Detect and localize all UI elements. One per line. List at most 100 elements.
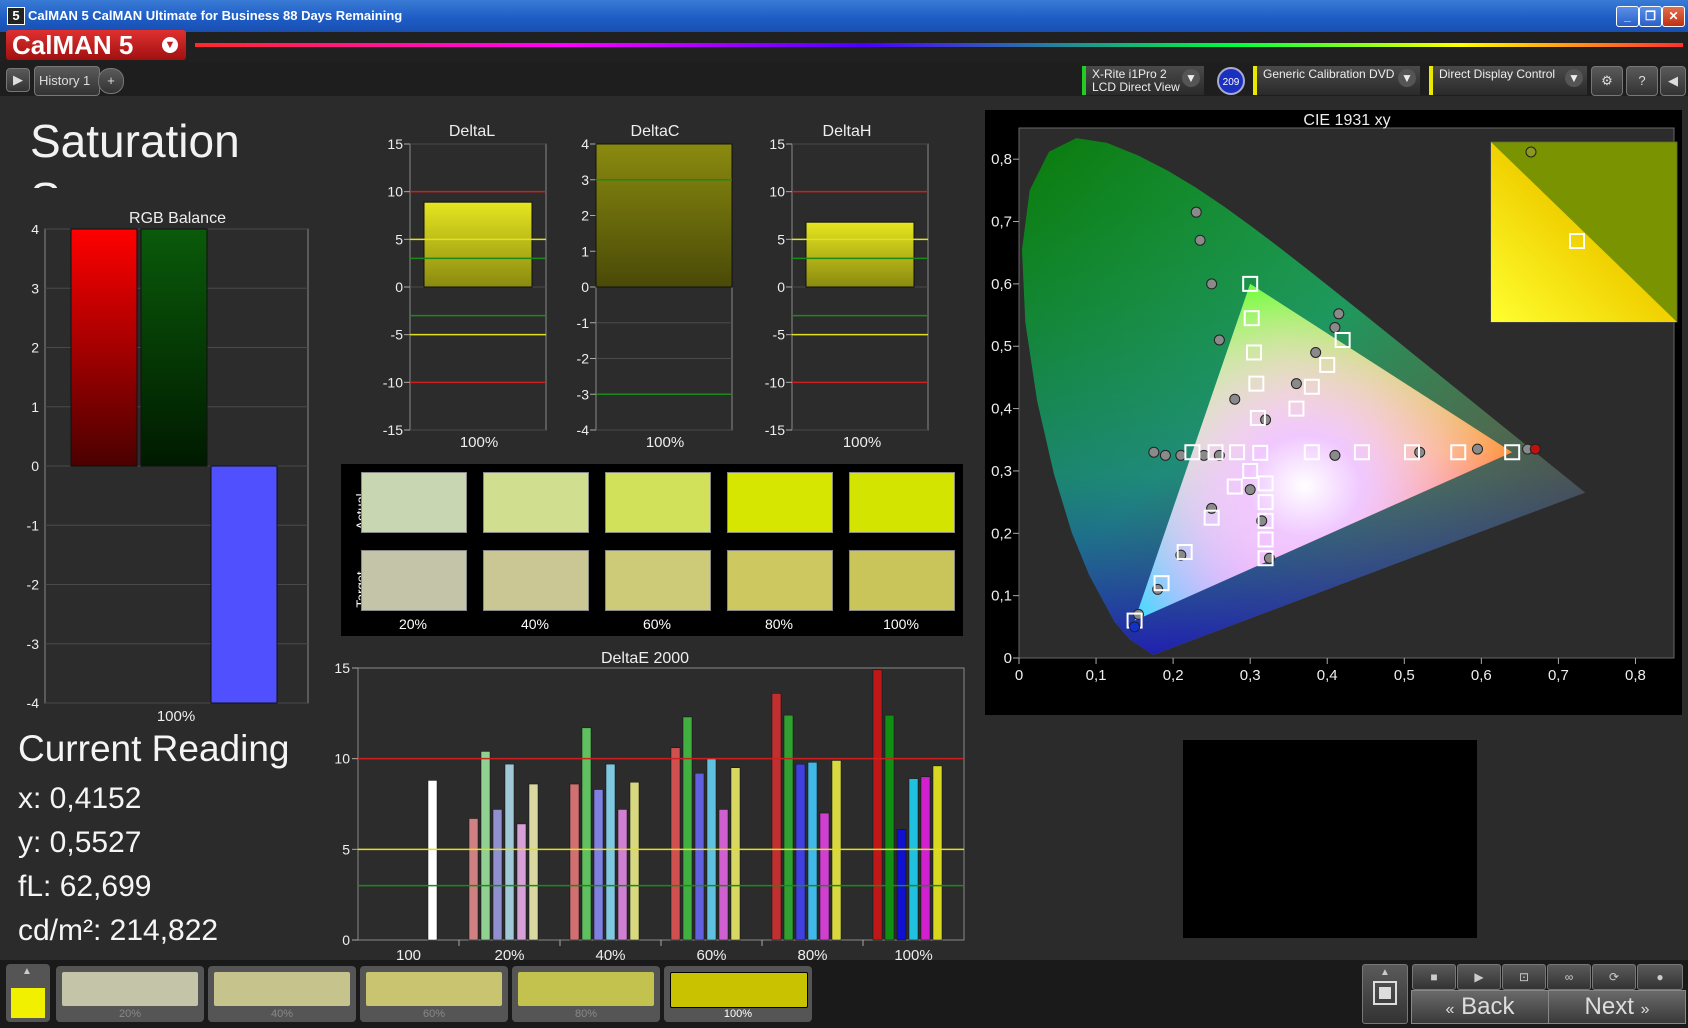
delta-y-tick: -10 (383, 374, 403, 390)
stop-icon (1373, 981, 1397, 1005)
cie-x-tick: 0,5 (1394, 667, 1415, 684)
refresh-icon: ⟳ (1608, 970, 1620, 984)
meter-mode: LCD Direct View (1092, 80, 1180, 94)
delta-y-tick: -4 (577, 422, 590, 438)
play-icon: ▶ (1474, 970, 1484, 984)
cie-measured-point (1198, 449, 1210, 461)
cie-measured-point (1310, 346, 1322, 358)
delta-y-tick: 10 (769, 184, 785, 200)
deltae-bar (795, 763, 806, 941)
collapse-button[interactable]: ◀ (1660, 66, 1686, 96)
delta-y-tick: -5 (391, 327, 404, 343)
swatch-label: 60% (642, 616, 672, 632)
tab-label: History 1 (39, 73, 91, 88)
deltae-bar (807, 762, 818, 941)
rgb-x-label: 100% (157, 708, 195, 725)
chevron-down-icon: ▼ (1398, 69, 1416, 87)
step-swatch-3[interactable]: 60% (360, 966, 508, 1022)
chevron-down-icon: ▼ (1565, 69, 1583, 87)
cie-measured-point (1159, 449, 1171, 461)
next-button[interactable]: Next » (1548, 990, 1686, 1024)
cie-measured-point (1190, 206, 1202, 218)
cie-measured-point (1148, 446, 1160, 458)
delta-y-tick: 5 (777, 231, 785, 247)
display-name: Direct Display Control (1439, 67, 1556, 81)
frame-icon: ⊡ (1518, 970, 1530, 984)
cie-x-tick: 0 (1015, 667, 1023, 684)
rgb-y-tick: -1 (27, 517, 40, 533)
step-swatch-color (214, 972, 350, 1006)
cie-measured-point (1333, 308, 1345, 320)
add-tab-button[interactable]: + (98, 68, 124, 94)
close-button[interactable]: ✕ (1662, 6, 1685, 27)
display-selector[interactable]: Direct Display Control ▼ (1429, 66, 1587, 95)
rgb-bar (140, 228, 208, 467)
meter-selector[interactable]: X-Rite i1Pro 2 LCD Direct View ▼ (1082, 66, 1204, 95)
play-workflow-button[interactable]: ▶ (6, 68, 30, 92)
meter-status-badge[interactable]: 209 (1217, 67, 1245, 95)
settings-button[interactable]: ⚙ (1591, 66, 1623, 96)
app-logo-menu[interactable]: CalMAN 5 ▼ (6, 30, 186, 60)
deltae-bar (593, 789, 604, 941)
actual-swatch (483, 472, 589, 533)
tab-history-1[interactable]: History 1 (34, 66, 100, 96)
current-color-tile[interactable]: ▲ (6, 964, 50, 1022)
back-button[interactable]: « Back (1411, 990, 1549, 1024)
plus-icon: + (107, 73, 115, 88)
step-swatch-color (670, 972, 808, 1008)
delta-y-tick: 1 (581, 243, 589, 259)
cie-x-tick: 0,6 (1471, 667, 1492, 684)
options-button[interactable]: ● (1637, 964, 1683, 990)
cie-red-point (1529, 443, 1541, 455)
rgb-y-tick: 2 (31, 340, 39, 356)
step-swatch-1[interactable]: 20% (56, 966, 204, 1022)
delta-y-tick: 15 (387, 138, 403, 152)
delta-y-tick: -5 (773, 327, 786, 343)
delta-y-tick: -1 (577, 315, 590, 331)
deltae-bar (908, 778, 919, 941)
deltal-x-label: 100% (460, 434, 498, 451)
continuous-button[interactable]: ∞ (1547, 964, 1591, 990)
delta-bar (595, 143, 733, 288)
step-swatch-2[interactable]: 40% (208, 966, 356, 1022)
cie-measured-point (1329, 449, 1341, 461)
delta-y-tick: 5 (395, 231, 403, 247)
deltae-bar (819, 812, 830, 941)
deltae-bar (480, 751, 491, 941)
delta-y-tick: 0 (581, 279, 589, 295)
cie-y-tick: 0,7 (991, 214, 1012, 231)
minimize-button[interactable]: _ (1616, 6, 1639, 27)
cie-y-tick: 0,8 (991, 151, 1012, 168)
delta-y-tick: -15 (765, 422, 785, 438)
stop-tile[interactable]: ▲ (1362, 964, 1408, 1024)
stop-button[interactable]: ■ (1412, 964, 1456, 990)
cie-x-tick: 0,1 (1086, 667, 1107, 684)
target-swatch (361, 550, 467, 611)
cie-x-tick: 0,3 (1240, 667, 1261, 684)
cie-measured-point (1213, 334, 1225, 346)
deltac-x-label: 100% (646, 434, 684, 451)
play-button[interactable]: ▶ (1457, 964, 1501, 990)
step-swatch-label: 100% (723, 1008, 753, 1020)
deltae-bar (427, 780, 438, 941)
deltae-bar (516, 823, 527, 941)
help-button[interactable]: ? (1626, 66, 1658, 96)
chevron-down-icon: ▼ (162, 37, 178, 53)
deltae-bar (694, 772, 705, 941)
step-swatch-5[interactable]: 100% (664, 966, 812, 1022)
help-icon: ? (1638, 73, 1646, 88)
rgb-y-tick: 3 (31, 280, 39, 296)
maximize-button[interactable]: ❐ (1639, 6, 1662, 27)
deltae-bar (730, 767, 741, 941)
cie-title: CIE 1931 xy (1303, 112, 1390, 129)
deltae-bar (884, 714, 895, 941)
refresh-button[interactable]: ⟳ (1592, 964, 1636, 990)
current-reading-panel: Current Reading x: 0,4152 y: 0,5527 fL: … (18, 728, 289, 946)
deltae-bar (783, 714, 794, 941)
measure-frame-button[interactable]: ⊡ (1502, 964, 1546, 990)
step-swatch-4[interactable]: 80% (512, 966, 660, 1022)
source-selector[interactable]: Generic Calibration DVD ▼ (1253, 66, 1420, 95)
current-color-swatch (11, 988, 45, 1018)
step-swatch-color (366, 972, 502, 1006)
cie-measured-point (1206, 278, 1218, 290)
